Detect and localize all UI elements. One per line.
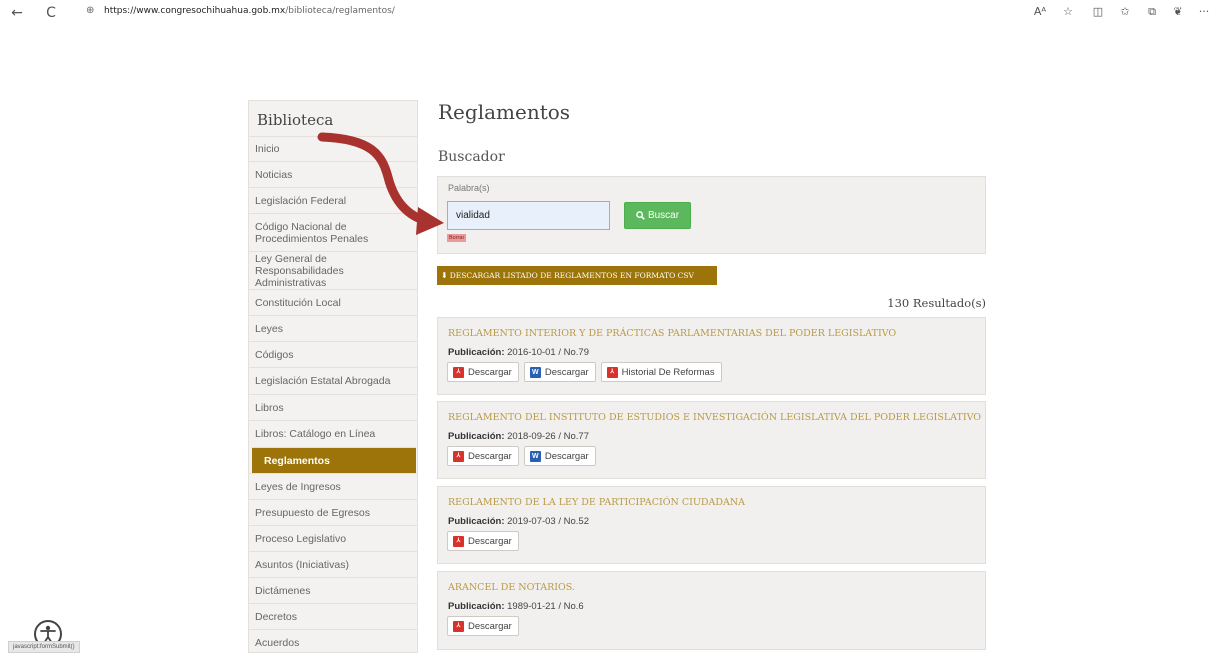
sidebar-item-constitucion-local[interactable]: Constitución Local [249,289,417,315]
result-publication: Publicación: 2018-09-26 / No.77 [448,431,589,442]
download-csv-button[interactable]: ⬇ DESCARGAR LISTADO DE REGLAMENTOS EN FO… [437,266,717,285]
result-title[interactable]: ARANCEL DE NOTARIOS. [448,582,575,593]
result-publication: Publicación: 2016-10-01 / No.79 [448,347,589,358]
collections-icon[interactable]: ⧉ [1144,5,1160,19]
search-icon [636,211,645,220]
page-title: Reglamentos [438,100,571,124]
result-card: ARANCEL DE NOTARIOS. Publicación: 1989-0… [437,571,986,650]
result-card: REGLAMENTO INTERIOR Y DE PRÁCTICAS PARLA… [437,317,986,395]
search-input[interactable] [447,201,610,230]
sidebar-item-libros-catalogo[interactable]: Libros: Catálogo en Línea [249,420,417,447]
reform-history-button[interactable]: ⅄ Historial De Reformas [600,362,722,382]
sidebar-item-presupuesto-egresos[interactable]: Presupuesto de Egresos [249,499,417,525]
word-icon: W [529,366,541,378]
clear-button[interactable]: Borrar [447,234,467,242]
sidebar-item-legislacion-abrogada[interactable]: Legislación Estatal Abrogada [249,367,417,394]
result-title[interactable]: REGLAMENTO DE LA LEY DE PARTICIPACIÓN CI… [448,497,745,508]
result-publication: Publicación: 1989-01-21 / No.6 [448,601,584,612]
sidebar-item-leyes[interactable]: Leyes [249,315,417,341]
sidebar-item-leyes-ingresos[interactable]: Leyes de Ingresos [249,473,417,499]
back-icon[interactable]: ← [8,4,26,22]
favorites-icon[interactable]: ✩ [1117,5,1133,18]
url-text: https://www.congresochihuahua.gob.mx/bib… [104,6,395,16]
address-bar[interactable]: ⊕ https://www.congresochihuahua.gob.mx/b… [74,3,1004,23]
pdf-icon: ⅄ [453,620,464,632]
results-count: 130 Resultado(s) [887,296,986,310]
sidebar-item-reglamentos[interactable]: Reglamentos [252,447,416,473]
sidebar-item-decretos[interactable]: Decretos [249,603,417,629]
pdf-icon: ⅄ [453,535,464,547]
read-aloud-icon[interactable]: Aᴬ [1032,5,1048,18]
search-button[interactable]: Buscar [624,202,691,229]
download-pdf-button[interactable]: ⅄ Descargar [447,531,519,551]
split-screen-icon[interactable]: ◫ [1090,5,1106,18]
sidebar-item-acuerdos[interactable]: Acuerdos [249,629,417,653]
search-panel: Palabra(s) Buscar Borrar [437,176,986,254]
favorite-star-icon[interactable]: ☆ [1060,5,1076,18]
download-word-button[interactable]: W Descargar [523,446,596,466]
download-pdf-button[interactable]: ⅄ Descargar [447,446,519,466]
lock-icon: ⊕ [86,5,95,16]
pdf-icon: ⅄ [453,450,464,462]
sidebar-item-proceso-legislativo[interactable]: Proceso Legislativo [249,525,417,551]
result-title[interactable]: REGLAMENTO INTERIOR Y DE PRÁCTICAS PARLA… [448,328,896,339]
download-csv-label: DESCARGAR LISTADO DE REGLAMENTOS EN FORM… [449,271,694,280]
download-word-button[interactable]: W Descargar [523,362,596,382]
word-icon: W [529,450,541,462]
pdf-icon: ⅄ [453,366,464,378]
sidebar-item-libros[interactable]: Libros [249,394,417,420]
sidebar-item-asuntos[interactable]: Asuntos (Iniciativas) [249,551,417,577]
result-title[interactable]: REGLAMENTO DEL INSTITUTO DE ESTUDIOS E I… [448,412,981,423]
sidebar-item-ley-responsabilidades[interactable]: Ley General de Responsabilidades Adminis… [249,251,417,289]
download-pdf-button[interactable]: ⅄ Descargar [447,616,519,636]
search-label: Palabra(s) [448,183,490,193]
result-card: REGLAMENTO DE LA LEY DE PARTICIPACIÓN CI… [437,486,986,564]
more-menu-icon[interactable]: ··· [1196,5,1212,18]
pdf-icon: ⅄ [606,366,618,378]
sidebar-item-codigos[interactable]: Códigos [249,341,417,367]
search-button-label: Buscar [647,210,680,221]
browser-toolbar: ← C ⊕ https://www.congresochihuahua.gob.… [0,0,1225,26]
download-icon: ⬇ [441,271,448,280]
status-tooltip: javascript:formSubmit() [8,641,80,653]
result-publication: Publicación: 2019-07-03 / No.52 [448,516,589,527]
sidebar-item-dictamenes[interactable]: Dictámenes [249,577,417,603]
annotation-arrow [317,132,444,235]
extension-icon[interactable]: ❦ [1170,5,1186,18]
download-pdf-button[interactable]: ⅄ Descargar [447,362,519,382]
refresh-icon[interactable]: C [42,4,60,22]
result-card: REGLAMENTO DEL INSTITUTO DE ESTUDIOS E I… [437,401,986,479]
